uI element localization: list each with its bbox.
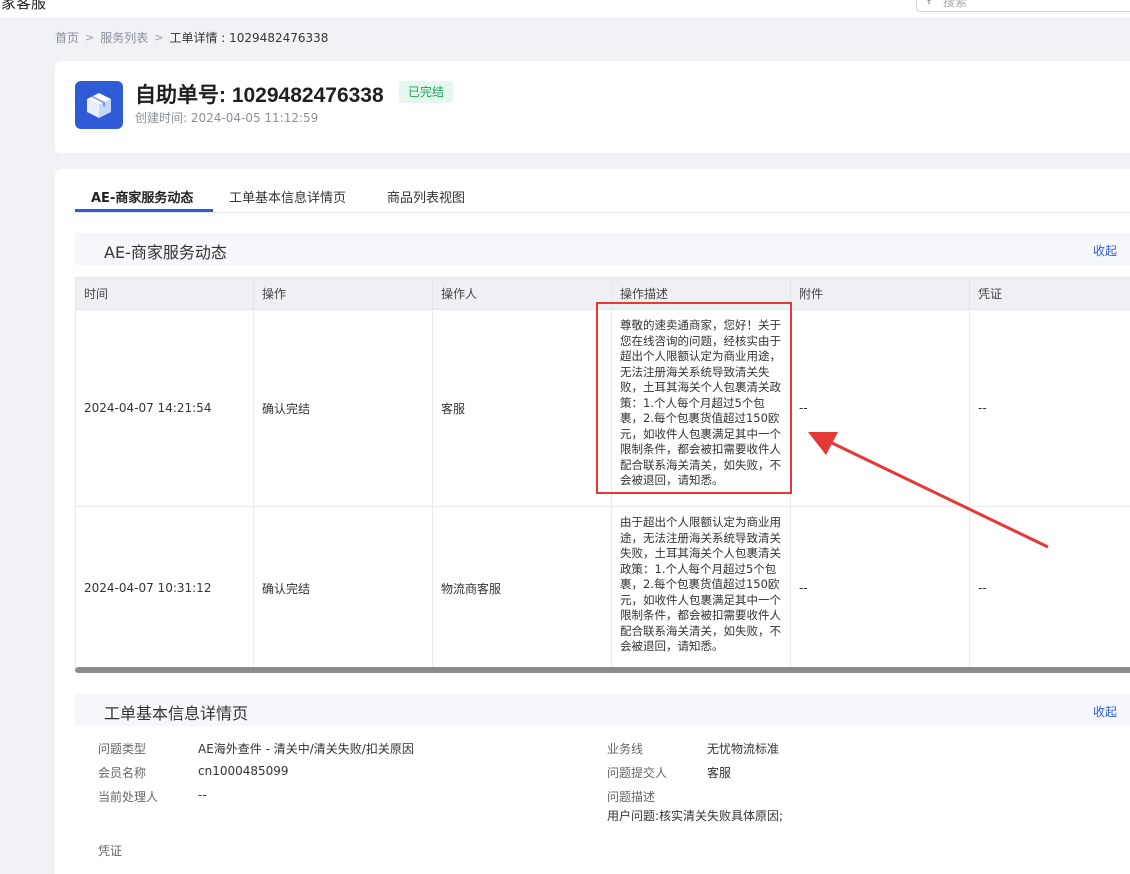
tab-bar: AE-商家服务动态 工单基本信息详情页 商品列表视图: [75, 169, 1130, 213]
cell-time: 2024-04-07 14:21:54: [75, 309, 254, 507]
chevron-right-icon: >: [154, 31, 164, 44]
column-header-action: 操作: [253, 277, 433, 310]
cell-voucher: --: [969, 309, 1130, 507]
ticket-title: 自助单号: 1029482476338: [135, 84, 384, 107]
voucher-label: 凭证: [98, 844, 123, 858]
problem-description-label: 问题描述: [607, 790, 656, 804]
cell-attachment: --: [790, 506, 970, 670]
breadcrumb-current: 工单详情 : 1029482476338: [169, 31, 329, 45]
tab-product-list[interactable]: 商品列表视图: [387, 187, 465, 206]
ticket-header-card: 自助单号: 1029482476338 已完结 创建时间: 2024-04-05…: [55, 61, 1130, 153]
dynamics-collapse-button[interactable]: 收起: [1093, 242, 1117, 259]
search-placeholder: 搜索: [943, 0, 968, 9]
problem-description-value: 用户问题:核实清关失败具体原因;: [607, 809, 784, 823]
cell-action: 确认完结: [253, 309, 433, 507]
horizontal-scrollbar[interactable]: [75, 667, 1130, 673]
cell-time: 2024-04-07 10:31:12: [75, 506, 254, 670]
submitter-value: 客服: [707, 766, 732, 780]
business-line-label: 业务线: [607, 742, 644, 756]
cell-attachment: --: [790, 309, 970, 507]
breadcrumb-home[interactable]: 首页: [55, 29, 79, 46]
chevron-right-icon: >: [85, 31, 95, 44]
cell-operator: 客服: [432, 309, 612, 507]
package-box-icon: [75, 81, 123, 129]
cell-description: 由于超出个人限额认定为商业用途，无法注册海关系统导致清关失败，土耳其海关个人包裹…: [611, 506, 791, 670]
basic-info-collapse-button[interactable]: 收起: [1093, 703, 1117, 720]
annotation-highlight-box: [596, 302, 792, 494]
submitter-label: 问题提交人: [607, 766, 668, 780]
member-value: cn1000485099: [198, 764, 289, 778]
cell-operator: 物流商客服: [432, 506, 612, 670]
description-text: 由于超出个人限额认定为商业用途，无法注册海关系统导致清关失败，土耳其海关个人包裹…: [620, 515, 781, 653]
search-icon: ⚲: [925, 0, 933, 6]
column-header-attachment: 附件: [790, 277, 970, 310]
column-header-voucher: 凭证: [969, 277, 1130, 310]
column-header-operator: 操作人: [432, 277, 612, 310]
problem-type-label: 问题类型: [98, 742, 147, 756]
basic-info-section-header: 工单基本信息详情页 收起: [75, 694, 1130, 726]
dynamics-section-title: AE-商家服务动态: [104, 243, 227, 262]
search-input[interactable]: ⚲ 搜索: [916, 0, 1130, 12]
status-badge: 已完结: [399, 81, 454, 103]
created-time: 创建时间: 2024-04-05 11:12:59: [135, 111, 319, 125]
tab-ae-merchant-dynamics[interactable]: AE-商家服务动态: [91, 187, 193, 206]
basic-info-section-title: 工单基本信息详情页: [104, 704, 249, 723]
problem-type-value: AE海外查件 - 清关中/清关失败/扣关原因: [198, 742, 414, 756]
tab-basic-info[interactable]: 工单基本信息详情页: [229, 187, 346, 206]
main-content-card: AE-商家服务动态 工单基本信息详情页 商品列表视图 AE-商家服务动态 收起 …: [55, 169, 1130, 874]
cell-action: 确认完结: [253, 506, 433, 670]
member-label: 会员名称: [98, 766, 147, 780]
breadcrumb-service-list[interactable]: 服务列表: [100, 29, 148, 46]
table-row: 2024-04-07 10:31:12 确认完结 物流商客服 由于超出个人限额认…: [75, 506, 1130, 670]
dynamics-section-header: AE-商家服务动态 收起: [75, 233, 1130, 265]
column-header-time: 时间: [75, 277, 254, 310]
app-title: 商家客服: [0, 0, 47, 12]
business-line-value: 无忧物流标准: [707, 742, 780, 756]
handler-label: 当前处理人: [98, 790, 159, 804]
cell-voucher: --: [969, 506, 1130, 670]
active-tab-indicator: [75, 209, 213, 212]
breadcrumb: 首页 > 服务列表 > 工单详情 : 1029482476338: [55, 29, 328, 46]
handler-value: --: [198, 788, 207, 802]
top-bar: 商家客服 ⚲ 搜索: [0, 0, 1130, 18]
